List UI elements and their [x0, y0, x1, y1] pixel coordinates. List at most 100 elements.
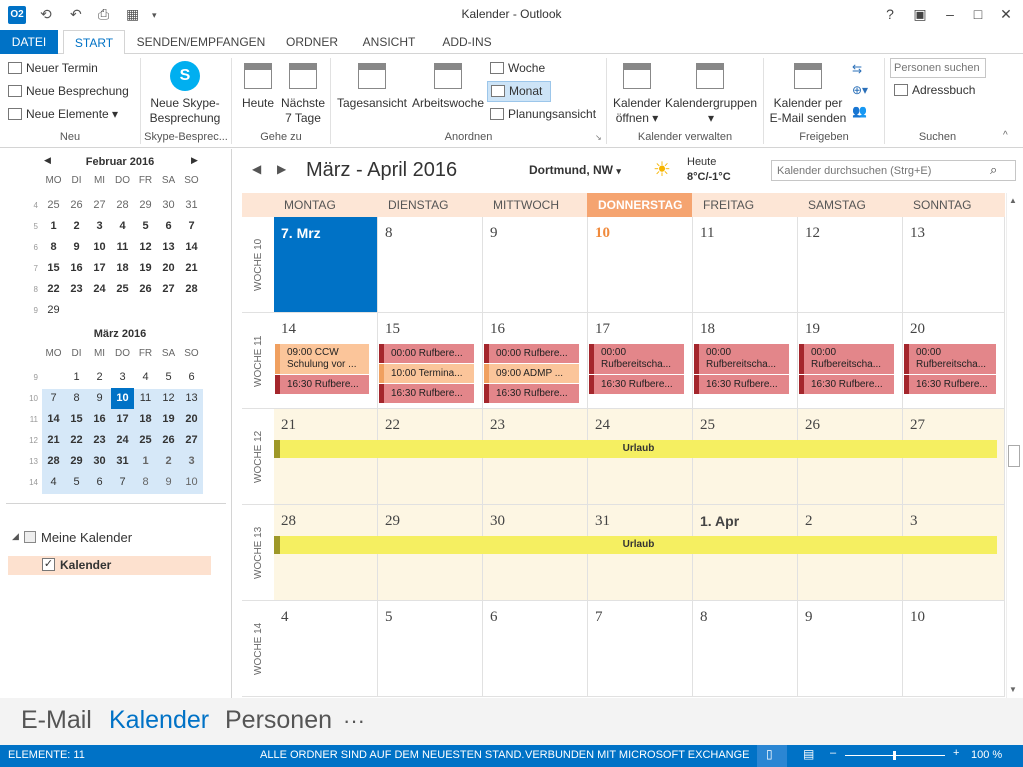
- close-icon[interactable]: ✕: [996, 6, 1016, 23]
- zoom-slider-thumb[interactable]: [893, 751, 896, 760]
- mini-day[interactable]: 8: [65, 388, 88, 409]
- mini-day[interactable]: 28: [111, 195, 134, 216]
- mini-day[interactable]: 2: [88, 367, 111, 388]
- meine-kalender-label[interactable]: Meine Kalender: [41, 530, 132, 545]
- mini-day[interactable]: 19: [157, 409, 180, 430]
- prev-period-icon[interactable]: ◀: [252, 162, 261, 176]
- tagesansicht-button[interactable]: Tagesansicht: [336, 96, 408, 111]
- publish-online-icon[interactable]: ⊕▾: [852, 83, 868, 97]
- mini-day[interactable]: 27: [157, 279, 180, 300]
- mini-day[interactable]: 25: [42, 195, 65, 216]
- mini-day[interactable]: 10: [88, 237, 111, 258]
- mini-day[interactable]: 26: [65, 195, 88, 216]
- day-cell[interactable]: [378, 217, 483, 313]
- mini-day[interactable]: 4: [111, 216, 134, 237]
- mini-day[interactable]: 23: [88, 430, 111, 451]
- mini-day[interactable]: 10: [180, 472, 203, 493]
- share-calendar-icon[interactable]: ⇆: [852, 62, 862, 76]
- mini-day[interactable]: 4: [134, 367, 157, 388]
- mini-day[interactable]: 10: [111, 388, 134, 409]
- mini-day[interactable]: 3: [180, 451, 203, 472]
- mini-day[interactable]: 22: [42, 279, 65, 300]
- scroll-up-icon[interactable]: ▲: [1009, 196, 1017, 205]
- calendar-event[interactable]: 16:30 Rufbere...: [589, 375, 684, 394]
- naechste-7-tage-button[interactable]: Nächste 7 Tage: [280, 96, 326, 126]
- mini-day[interactable]: 9: [88, 388, 111, 409]
- mini-day[interactable]: 1: [65, 367, 88, 388]
- mini-day[interactable]: 31: [111, 451, 134, 472]
- mini-day[interactable]: 18: [134, 409, 157, 430]
- mini-day[interactable]: 31: [180, 195, 203, 216]
- mini-day[interactable]: 29: [65, 451, 88, 472]
- next-period-icon[interactable]: ▶: [277, 162, 286, 176]
- calendar-permissions-icon[interactable]: 👥: [852, 104, 867, 118]
- minimize-icon[interactable]: –: [940, 6, 960, 22]
- mini-day[interactable]: 24: [111, 430, 134, 451]
- calendar-event[interactable]: 16:30 Rufbere...: [694, 375, 789, 394]
- tab-senden-empfangen[interactable]: SENDEN/EMPFANGEN: [132, 30, 270, 54]
- mini-day[interactable]: 6: [180, 367, 203, 388]
- day-cell[interactable]: [378, 601, 483, 697]
- mini-day[interactable]: 3: [111, 367, 134, 388]
- nav-email[interactable]: E-Mail: [21, 706, 92, 735]
- mini-day[interactable]: 24: [88, 279, 111, 300]
- mini-day[interactable]: 5: [134, 216, 157, 237]
- mini-day[interactable]: 26: [134, 279, 157, 300]
- zoom-in-icon[interactable]: +: [953, 747, 959, 759]
- tab-datei[interactable]: DATEI: [0, 30, 58, 54]
- mini-day[interactable]: 14: [42, 409, 65, 430]
- location-dropdown[interactable]: Dortmund, NW ▾: [529, 163, 621, 177]
- adressbuch-button[interactable]: Adressbuch: [894, 83, 975, 97]
- neue-skype-besprechung-button[interactable]: Neue Skype- Besprechung: [143, 96, 227, 126]
- mini-day[interactable]: 20: [157, 258, 180, 279]
- arbeitswoche-button[interactable]: Arbeitswoche: [410, 96, 486, 111]
- mini-day[interactable]: 19: [134, 258, 157, 279]
- calendar-search-input[interactable]: [771, 160, 1016, 181]
- calendar-event[interactable]: 00:00 Rufbere...: [379, 344, 474, 363]
- urlaub-event[interactable]: Urlaub: [274, 536, 997, 554]
- heute-button[interactable]: Heute: [238, 96, 278, 111]
- zoom-out-icon[interactable]: –: [830, 747, 836, 759]
- mini-day[interactable]: 25: [111, 279, 134, 300]
- calendar-event[interactable]: 00:00 Rufbereitscha...: [799, 344, 894, 374]
- mini-day[interactable]: 17: [111, 409, 134, 430]
- kalender-checkbox[interactable]: ✓: [42, 558, 55, 571]
- day-cell[interactable]: [798, 601, 903, 697]
- mini-day[interactable]: 21: [180, 258, 203, 279]
- calendar-event[interactable]: 10:00 Termina...: [379, 364, 474, 383]
- calendar-event[interactable]: 00:00 Rufbereitscha...: [589, 344, 684, 374]
- mini-day[interactable]: 6: [157, 216, 180, 237]
- calendar-event[interactable]: 16:30 Rufbere...: [904, 375, 996, 394]
- mini-day[interactable]: 28: [180, 279, 203, 300]
- calendar-event[interactable]: 09:00 CCW Schulung vor ...: [275, 344, 369, 374]
- personen-suchen-input[interactable]: [890, 58, 986, 78]
- mini-day[interactable]: 13: [157, 237, 180, 258]
- nav-more-icon[interactable]: ···: [343, 708, 365, 734]
- mini-day[interactable]: 14: [180, 237, 203, 258]
- mini-day[interactable]: 7: [180, 216, 203, 237]
- mini-day[interactable]: 25: [134, 430, 157, 451]
- mini-day[interactable]: 11: [111, 237, 134, 258]
- mini-day[interactable]: 29: [42, 300, 65, 321]
- calendar-event[interactable]: 00:00 Rufbereitscha...: [904, 344, 996, 374]
- group-checkbox[interactable]: [24, 531, 36, 543]
- mini-day[interactable]: 4: [42, 472, 65, 493]
- mini-day[interactable]: 17: [88, 258, 111, 279]
- mini-day[interactable]: 12: [134, 237, 157, 258]
- neue-besprechung-button[interactable]: Neue Besprechung: [8, 84, 129, 98]
- mini-day[interactable]: 5: [157, 367, 180, 388]
- mini-day[interactable]: 2: [65, 216, 88, 237]
- ribbon-display-icon[interactable]: ▣: [910, 6, 930, 23]
- mini-day[interactable]: 11: [134, 388, 157, 409]
- tab-add-ins[interactable]: ADD-INS: [434, 30, 500, 54]
- neue-elemente-button[interactable]: Neue Elemente ▾: [8, 107, 118, 121]
- maximize-icon[interactable]: □: [968, 6, 988, 22]
- mini-day[interactable]: 3: [88, 216, 111, 237]
- neuer-termin-button[interactable]: Neuer Termin: [8, 61, 98, 75]
- urlaub-event[interactable]: Urlaub: [274, 440, 997, 458]
- mini-day[interactable]: 21: [42, 430, 65, 451]
- tab-ordner[interactable]: ORDNER: [280, 30, 344, 54]
- mini-day[interactable]: 13: [180, 388, 203, 409]
- help-icon[interactable]: ?: [880, 6, 900, 22]
- next-month-icon[interactable]: ▶: [191, 155, 198, 166]
